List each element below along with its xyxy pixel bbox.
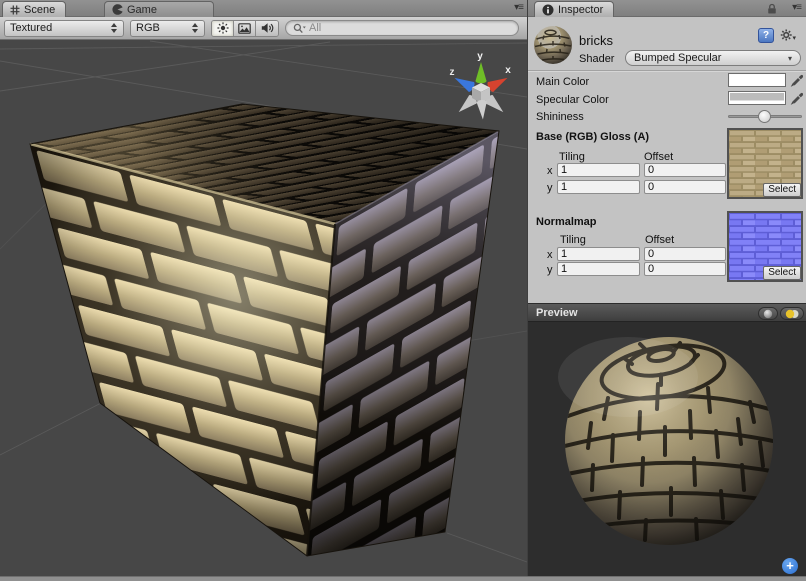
scene-toggle-group: [211, 20, 279, 37]
scene-gizmo[interactable]: y x z: [450, 51, 512, 120]
preview-header[interactable]: Preview: [528, 303, 806, 322]
specular-color-swatch[interactable]: [728, 91, 786, 105]
inspector-tab-strip: Inspector ▾≡: [528, 0, 806, 17]
tab-inspector-label: Inspector: [558, 4, 603, 16]
scene-tab-menu-icon[interactable]: ▾≡: [514, 2, 523, 13]
gizmo-z-label: z: [450, 67, 455, 78]
normalmap-title: Normalmap: [536, 216, 597, 228]
offset-label: Offset: [645, 234, 674, 246]
preview-area[interactable]: +: [528, 322, 806, 576]
base-texture-select-button[interactable]: Select: [763, 183, 801, 197]
render-mode-dropdown[interactable]: Textured: [4, 20, 124, 37]
base-tiling-x-input[interactable]: [557, 163, 640, 177]
speaker-icon: [261, 22, 274, 34]
tab-scene[interactable]: Scene: [2, 1, 66, 17]
shininess-label: Shininess: [536, 111, 584, 123]
preview-light-button[interactable]: [780, 307, 804, 320]
grid-icon: [10, 5, 20, 15]
info-icon: [542, 4, 554, 16]
normal-offset-x-input[interactable]: [644, 247, 726, 261]
help-icon[interactable]: ?: [758, 28, 774, 43]
tab-scene-label: Scene: [24, 4, 55, 16]
scene-3d-view: y x z: [0, 40, 527, 576]
normalmap-thumb[interactable]: Select: [727, 211, 803, 282]
window-bottom-edge: [0, 576, 806, 581]
normalmap-select-button[interactable]: Select: [763, 266, 801, 280]
scene-tab-strip: Scene Game ▾≡: [0, 0, 527, 17]
tab-game-label: Game: [127, 4, 157, 16]
base-offset-y-input[interactable]: [644, 180, 726, 194]
offset-label: Offset: [644, 151, 673, 163]
gear-caret-icon: ▾: [792, 34, 796, 42]
base-tiling-y-input[interactable]: [557, 180, 640, 194]
separator: [528, 70, 806, 71]
shader-value: Bumped Specular: [634, 52, 721, 64]
preview-sphere: [528, 322, 806, 576]
material-name: bricks: [579, 33, 613, 48]
base-offset-x-input[interactable]: [644, 163, 726, 177]
effects-toggle[interactable]: [234, 21, 256, 36]
inspector-tab-menu-icon[interactable]: ▾≡: [792, 2, 801, 13]
shader-dropdown[interactable]: Bumped Specular ▾: [625, 50, 801, 66]
gizmo-x-label: x: [505, 65, 511, 76]
audio-toggle[interactable]: [256, 21, 278, 36]
search-placeholder: All: [309, 22, 321, 34]
updown-arrows-icon: [111, 23, 118, 33]
y-row-label: y: [547, 182, 553, 194]
scene-panel: Scene Game ▾≡ Textured RGB: [0, 0, 527, 581]
sphere-icon: [763, 309, 773, 319]
chevron-down-icon: ▾: [788, 54, 792, 63]
preview-title: Preview: [536, 307, 578, 319]
gear-icon[interactable]: ▾: [780, 28, 796, 43]
shader-label: Shader: [579, 53, 614, 65]
normal-tiling-y-input[interactable]: [557, 262, 640, 276]
tab-game[interactable]: Game: [104, 1, 214, 17]
search-icon: [293, 23, 306, 34]
render-mode-value: Textured: [10, 22, 52, 34]
main-color-swatch[interactable]: [728, 73, 786, 87]
light-toggle-icon: [784, 309, 800, 319]
tiling-label: Tiling: [559, 151, 585, 163]
eyedropper-icon[interactable]: [790, 72, 803, 87]
add-button[interactable]: +: [782, 558, 798, 574]
lock-icon[interactable]: [766, 3, 778, 15]
main-color-label: Main Color: [536, 76, 589, 88]
normal-tiling-x-input[interactable]: [557, 247, 640, 261]
gizmo-axis-y[interactable]: [476, 62, 487, 83]
preview-model-button[interactable]: [758, 307, 778, 320]
color-mode-dropdown[interactable]: RGB: [130, 20, 205, 37]
updown-arrows-icon: [192, 23, 199, 33]
tiling-label: Tiling: [560, 234, 586, 246]
base-texture-title: Base (RGB) Gloss (A): [536, 131, 649, 143]
material-sphere-icon: [533, 25, 573, 65]
x-row-label: x: [547, 165, 553, 177]
lighting-toggle[interactable]: [212, 21, 234, 36]
x-row-label: x: [547, 249, 553, 261]
material-preview-thumb[interactable]: [533, 25, 573, 65]
scene-toolbar: Textured RGB All: [0, 17, 527, 40]
image-icon: [238, 23, 251, 34]
scene-viewport[interactable]: y x z: [0, 40, 527, 576]
specular-color-label: Specular Color: [536, 94, 609, 106]
y-row-label: y: [547, 264, 553, 276]
inspector-panel: Inspector ▾≡: [527, 0, 806, 581]
shininess-slider-handle[interactable]: [758, 110, 771, 123]
scene-search-field[interactable]: All: [285, 20, 519, 36]
gizmo-y-label: y: [477, 51, 483, 62]
game-icon: [112, 4, 123, 15]
brick-cube[interactable]: [30, 104, 499, 556]
sun-icon: [217, 22, 229, 34]
normal-offset-y-input[interactable]: [644, 262, 726, 276]
color-mode-value: RGB: [136, 22, 160, 34]
tab-inspector[interactable]: Inspector: [534, 1, 614, 17]
gizmo-axis-negy[interactable]: [477, 100, 488, 120]
base-texture-thumb[interactable]: Select: [727, 128, 803, 199]
unity-editor-window: Scene Game ▾≡ Textured RGB: [0, 0, 806, 581]
eyedropper-icon[interactable]: [790, 90, 803, 105]
